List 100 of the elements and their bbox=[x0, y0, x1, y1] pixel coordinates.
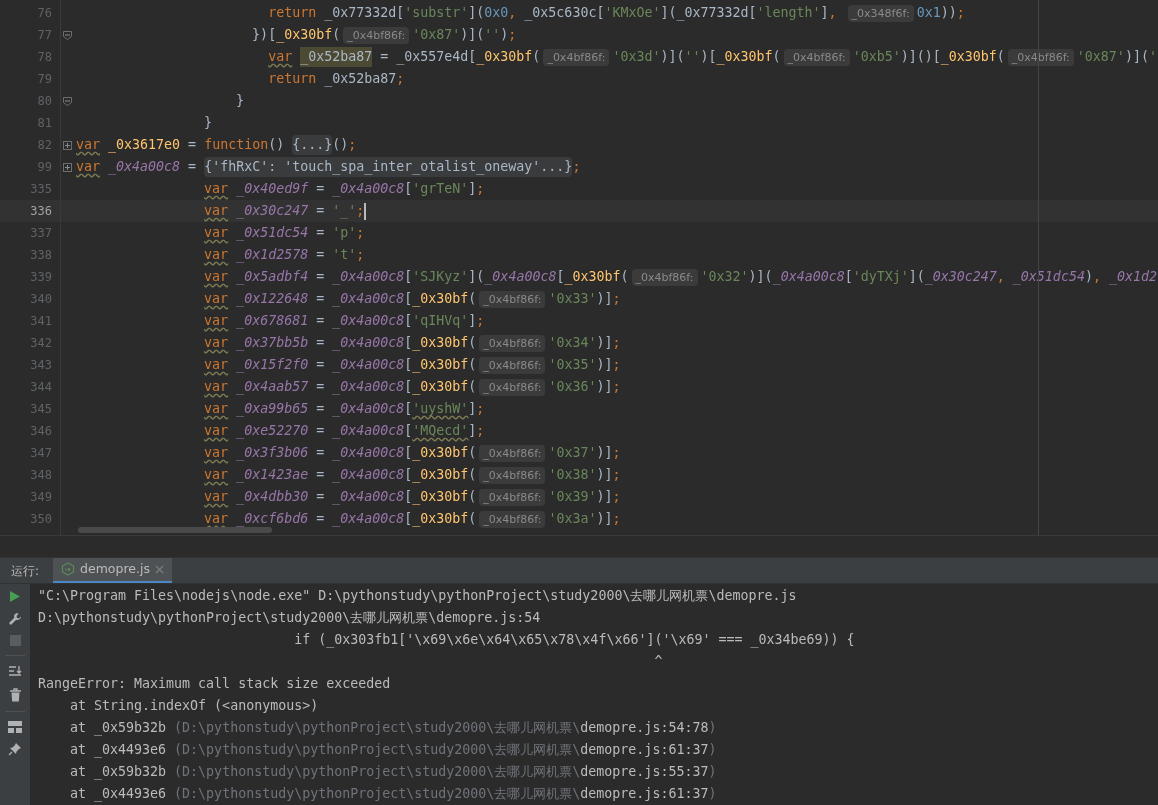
inlay-hint: _0x348f6f: bbox=[847, 4, 914, 22]
code-token: = _0x557e4d[ bbox=[379, 48, 477, 67]
line-number: 337 bbox=[29, 225, 53, 242]
code-token: 'dyTXj' bbox=[852, 268, 909, 287]
code-token: , bbox=[996, 268, 1006, 287]
code-token: = bbox=[315, 180, 326, 199]
code-token: ]( bbox=[468, 4, 485, 23]
code-token: ](_0x77332d[ bbox=[660, 4, 757, 23]
code-token: )]()[ bbox=[900, 48, 941, 67]
code-token: '0x3a' bbox=[548, 510, 597, 529]
code-token: })[ bbox=[251, 26, 277, 45]
code-token: _0x4a00c8 bbox=[332, 444, 405, 463]
code-token: '0x35' bbox=[548, 356, 597, 375]
code-token: ( bbox=[468, 290, 477, 309]
code-token: _0x1423ae bbox=[236, 466, 309, 485]
code-token: ( bbox=[532, 48, 541, 67]
code-token: )]( bbox=[660, 48, 685, 67]
folded-code[interactable]: {...} bbox=[292, 135, 333, 155]
code-token: [ bbox=[404, 466, 413, 485]
code-token: ; bbox=[572, 158, 581, 177]
code-token: _0x4aab57 bbox=[236, 378, 309, 397]
code-token: )] bbox=[596, 466, 613, 485]
code-token: _0x4a00c8 bbox=[484, 268, 557, 287]
code-token: [ bbox=[404, 180, 413, 199]
code-token: _0x4dbb30 bbox=[236, 488, 309, 507]
code-token: 'uyshW' bbox=[412, 400, 469, 419]
line-number: 345 bbox=[29, 401, 53, 418]
code-token: [ bbox=[404, 356, 413, 375]
code-token: ( bbox=[468, 488, 477, 507]
code-token: = bbox=[315, 488, 326, 507]
code-token: , bbox=[1092, 268, 1102, 287]
code-token: = bbox=[315, 400, 326, 419]
tab[interactable]: demopre.js bbox=[53, 557, 172, 584]
line-number: 336 bbox=[29, 203, 53, 220]
code-token: _0x1d2 bbox=[1108, 268, 1157, 287]
code-token: ] bbox=[820, 4, 829, 23]
output-text: (D:\pythonstudy\pythonProject\study2000\去哪儿网机票\ bbox=[174, 741, 581, 760]
code-token: '0x39' bbox=[548, 488, 597, 507]
code-token: _0x4a00c8 bbox=[332, 268, 405, 287]
code-token: = bbox=[315, 202, 326, 221]
code-token: )] bbox=[596, 290, 613, 309]
output-text: (D:\pythonstudy\pythonProject\study2000\去哪儿网机票\ bbox=[174, 719, 581, 738]
line-number: 347 bbox=[29, 445, 53, 462]
line-number: 81 bbox=[36, 115, 53, 132]
line-number: 80 bbox=[36, 93, 53, 110]
code-token: )] bbox=[596, 334, 613, 353]
code-token: _0x4a00c8 bbox=[772, 268, 845, 287]
code-token: _0xa99b65 bbox=[236, 400, 309, 419]
code-token: )]( bbox=[460, 26, 485, 45]
code-token: () bbox=[332, 136, 349, 155]
code-token: _0x4a00c8 bbox=[332, 180, 405, 199]
code-token: () bbox=[268, 136, 286, 155]
inlay-hint: _0x4bf86f: bbox=[543, 48, 610, 66]
code-token: = bbox=[315, 378, 326, 397]
code-token: _0x30bf bbox=[412, 334, 469, 353]
code-token: ; bbox=[348, 136, 357, 155]
code-token: ] bbox=[468, 312, 477, 331]
code-token: _0x4a00c8 bbox=[332, 334, 405, 353]
code-token: )] bbox=[596, 444, 613, 463]
code-token: '0xb5' bbox=[852, 48, 901, 67]
output-text: demopre.js:54:78 bbox=[580, 719, 709, 738]
folded-code[interactable]: {'fhRxC': 'touch_spa_inter_otalist_oneway'...} bbox=[204, 157, 573, 177]
code-token: ( bbox=[996, 48, 1005, 67]
code-token: ( bbox=[468, 378, 477, 397]
code-token: [ bbox=[404, 422, 413, 441]
line-number: 99 bbox=[36, 159, 53, 176]
code-token: ; bbox=[476, 400, 485, 419]
code-token: _0x51dc54 bbox=[1012, 268, 1085, 287]
code-token: [ bbox=[404, 488, 413, 507]
line-number: 338 bbox=[29, 247, 53, 264]
code-token: , bbox=[828, 4, 838, 23]
panel-title: 运行: bbox=[10, 562, 41, 580]
code-token: ( bbox=[468, 334, 477, 353]
code-token: } bbox=[203, 114, 213, 133]
code-token: [ bbox=[404, 268, 413, 287]
line-number: 344 bbox=[29, 379, 53, 396]
code-token: [ bbox=[404, 400, 413, 419]
output-text: at _0x4493e6 bbox=[69, 785, 168, 804]
code-token: '0x87' bbox=[412, 26, 461, 45]
code-token: [ bbox=[404, 444, 413, 463]
code-token: _0x4a00c8 bbox=[332, 378, 405, 397]
line-number: 342 bbox=[29, 335, 53, 352]
code-token: ( bbox=[468, 510, 477, 529]
code-token: var bbox=[203, 180, 229, 199]
line-number: 340 bbox=[29, 291, 53, 308]
line-number: 77 bbox=[36, 27, 53, 44]
code-token: '' bbox=[484, 26, 501, 45]
code-token: _0x1d2578 bbox=[236, 246, 309, 265]
code-token: ; bbox=[612, 466, 621, 485]
code-token: '_' bbox=[332, 202, 357, 221]
output-text: demopre.js:61:37 bbox=[580, 741, 709, 760]
code-token: ; bbox=[956, 4, 965, 23]
code-token: '0x38' bbox=[548, 466, 597, 485]
code-token: _0x4a00c8 bbox=[332, 488, 405, 507]
code-token: ; bbox=[396, 70, 405, 89]
code-token: var bbox=[203, 422, 229, 441]
code-token: _0x30c247 bbox=[236, 202, 309, 221]
code-token: [ bbox=[404, 290, 413, 309]
code-token: = bbox=[315, 422, 326, 441]
output-text: ) bbox=[708, 741, 717, 760]
